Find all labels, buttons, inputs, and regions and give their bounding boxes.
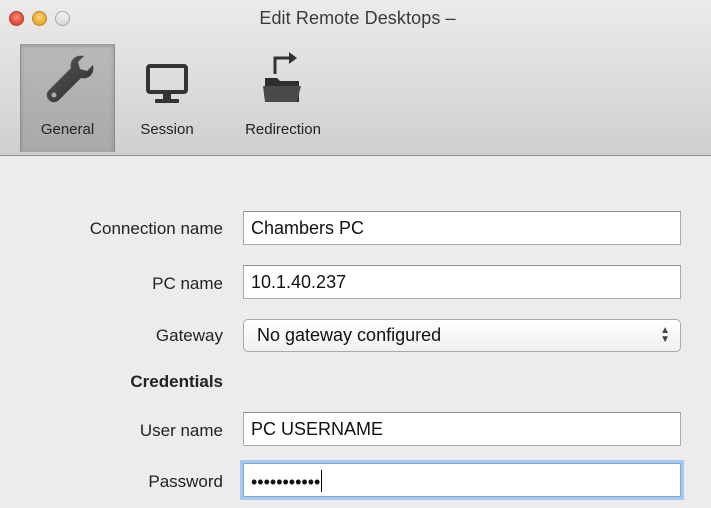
window-toolbar: Edit Remote Desktops – General Session R…	[0, 0, 711, 156]
user-name-field[interactable]: PC USERNAME	[243, 412, 681, 446]
folder-redirect-icon	[263, 52, 301, 102]
select-arrows-icon: ▲ ▼	[660, 325, 670, 345]
text-caret	[321, 470, 323, 492]
gateway-label: Gateway	[155, 326, 223, 345]
pc-name-value: 10.1.40.237	[251, 272, 347, 292]
password-field[interactable]: •••••••••••	[243, 463, 681, 497]
pc-name-label: PC name	[152, 274, 223, 293]
monitor-icon	[146, 64, 188, 103]
user-name-label: User name	[139, 421, 223, 440]
connection-name-value: Chambers PC	[251, 218, 365, 238]
gateway-value: No gateway configured	[257, 325, 442, 345]
wrench-icon	[46, 55, 93, 103]
tab-session-label: Session	[140, 121, 194, 138]
user-name-value: PC USERNAME	[251, 419, 384, 439]
tab-redirection-label: Redirection	[245, 121, 321, 138]
tab-session[interactable]: Session	[122, 44, 212, 152]
password-value: •••••••••••	[251, 472, 321, 492]
tab-general-label: General	[40, 121, 95, 138]
credentials-heading: Credentials	[130, 372, 223, 391]
connection-name-label: Connection name	[89, 219, 223, 238]
window-title: Edit Remote Desktops –	[259, 8, 456, 28]
gateway-select[interactable]: No gateway configured ▲ ▼	[243, 319, 681, 352]
tab-redirection[interactable]: Redirection	[226, 44, 340, 152]
password-label: Password	[148, 472, 223, 491]
tab-general[interactable]: General	[20, 44, 115, 152]
connection-name-field[interactable]: Chambers PC	[243, 211, 681, 245]
pc-name-field[interactable]: 10.1.40.237	[243, 265, 681, 299]
